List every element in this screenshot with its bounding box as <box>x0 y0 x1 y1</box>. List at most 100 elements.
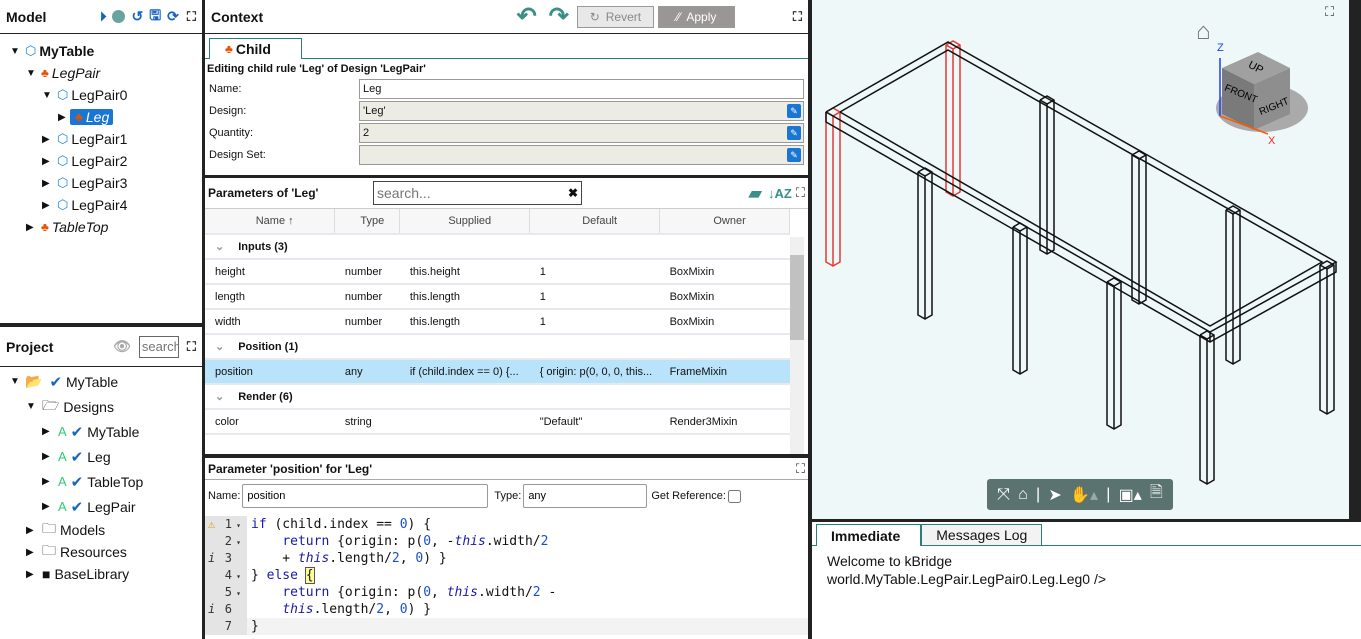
code-line[interactable]: i3 + this.length/2, 0) } <box>205 550 808 567</box>
maximize-icon[interactable]: ⛶ <box>796 185 805 201</box>
caret-right-icon[interactable]: ▶ <box>26 525 38 536</box>
caret-right-icon[interactable]: ▶ <box>42 451 54 462</box>
caret-right-icon[interactable]: ▶ <box>26 222 38 233</box>
refresh-icon[interactable]: ⟳ <box>167 8 179 25</box>
table-row[interactable]: length number this.length 1 BoxMixin <box>205 284 790 310</box>
column-header[interactable]: Type <box>334 209 401 235</box>
tree-node[interactable]: ⬡ LegPair0 <box>54 87 127 103</box>
select-pointer-icon[interactable]: ➤ <box>1048 485 1061 505</box>
project-tree-item[interactable]: ▼ 🗁 Designs <box>0 394 202 419</box>
revert-button[interactable]: ↻ Revert <box>576 5 654 28</box>
sort-az-icon[interactable]: ↓AZ <box>768 186 792 201</box>
field-input[interactable]: ✎ <box>359 145 804 165</box>
tab-child[interactable]: ♣ Child <box>209 38 302 59</box>
maximize-icon[interactable]: ⛶ <box>796 461 805 477</box>
caret-right-icon[interactable]: ▶ <box>42 476 54 487</box>
pdf-export-icon[interactable]: 🗎 <box>1150 481 1163 508</box>
tree-node[interactable]: ⬡ LegPair2 <box>54 153 127 169</box>
group-row[interactable]: ⌄ Render (6) <box>205 384 790 410</box>
table-row[interactable]: color string "Default" Render3Mixin <box>205 409 790 435</box>
edit-pencil-icon[interactable]: ✎ <box>787 126 801 140</box>
edit-pencil-icon[interactable]: ✎ <box>787 148 801 162</box>
caret-right-icon[interactable]: ▶ <box>42 156 54 167</box>
tree-node[interactable]: ⬡ LegPair1 <box>54 131 127 147</box>
tree-node[interactable]: ⬡ LegPair4 <box>54 197 127 213</box>
caret-right-icon[interactable]: ▶ <box>26 569 38 580</box>
code-line[interactable]: ⚠ 1 ▾ if (child.index == 0) { <box>205 516 808 533</box>
model-tree-item[interactable]: ▶ ⬡ LegPair3 <box>0 172 202 194</box>
table-row[interactable]: width number this.length 1 BoxMixin <box>205 309 790 335</box>
model-tree-item[interactable]: ▶ ⬡ LegPair2 <box>0 150 202 172</box>
code-line[interactable]: 7} <box>205 618 808 635</box>
undo-icon[interactable]: ↶ <box>517 2 537 31</box>
chevron-down-icon[interactable]: ⌄ <box>215 341 224 353</box>
column-header[interactable]: Owner <box>659 209 790 235</box>
edit-pencil-icon[interactable]: ✎ <box>787 104 801 118</box>
code-editor[interactable]: ⚠ 1 ▾ if (child.index == 0) {2 ▾ return {ori… <box>205 516 808 635</box>
caret-down-icon[interactable]: ▼ <box>26 401 38 412</box>
field-input[interactable]: Leg <box>359 79 804 99</box>
column-header[interactable]: Supplied <box>399 209 531 235</box>
save-icon[interactable]: 🖫 <box>149 5 161 29</box>
caret-right-icon[interactable]: ▶ <box>42 178 54 189</box>
model-tree-item[interactable]: ▶ ♣ TableTop <box>0 216 202 238</box>
model-tree-item[interactable]: ▶ ⬡ LegPair1 <box>0 128 202 150</box>
console-output[interactable]: Welcome to kBridge world.MyTable.LegPair.… <box>812 546 1361 594</box>
home-view-icon[interactable]: ⌂ <box>1196 18 1211 46</box>
code-line[interactable]: i6 this.length/2, 0) } <box>205 601 808 618</box>
tree-node[interactable]: ⬡ MyTable <box>22 43 94 59</box>
scrollbar[interactable] <box>790 237 804 454</box>
view-mode-cube-icon[interactable]: ▣▴ <box>1119 485 1142 505</box>
play-icon[interactable]: ⏵ <box>100 9 107 25</box>
project-tree-item[interactable]: ▶ A ✔ TableTop <box>0 469 202 494</box>
maximize-icon[interactable]: ⛶ <box>793 9 802 25</box>
chevron-down-icon[interactable]: ⌄ <box>215 241 224 253</box>
eraser-icon[interactable]: ▰ <box>748 183 762 204</box>
caret-right-icon[interactable]: ▶ <box>58 112 70 123</box>
table-row[interactable]: height number this.height 1 BoxMixin <box>205 259 790 285</box>
project-tree-item[interactable]: ▼ 📂 ✔ MyTable <box>0 369 202 394</box>
get-reference-checkbox[interactable] <box>727 489 741 503</box>
column-header[interactable]: Default <box>529 209 661 235</box>
project-tree-item[interactable]: ▶ 🗀 Models <box>0 519 202 541</box>
console-tab[interactable]: Immediate <box>816 524 922 546</box>
caret-right-icon[interactable]: ▶ <box>42 501 54 512</box>
3d-viewer[interactable]: ⌂ ⛶ UP FRONT RIGHT Z X ⤧ ⌂ | ➤ ✋▴ | ▣▴ 🗎 <box>812 0 1349 519</box>
fold-arrow-icon[interactable]: ▾ <box>232 534 241 551</box>
parameters-search-input[interactable] <box>377 185 568 201</box>
group-row[interactable]: ⌄ Inputs (3) <box>205 234 790 260</box>
project-tree-item[interactable]: ▶ A ✔ Leg <box>0 444 202 469</box>
caret-right-icon[interactable]: ▶ <box>26 547 38 558</box>
project-tree-item[interactable]: ▶ A ✔ LegPair <box>0 494 202 519</box>
caret-right-icon[interactable]: ▶ <box>42 426 54 437</box>
caret-down-icon[interactable]: ▼ <box>26 68 38 79</box>
maximize-icon[interactable]: ⛶ <box>187 9 196 25</box>
chevron-down-icon[interactable]: ⌄ <box>215 391 224 403</box>
model-tree-item[interactable]: ▶ ♣ Leg <box>0 106 202 128</box>
code-line[interactable]: 2 ▾ return {origin: p(0, -this.width/2 <box>205 533 808 550</box>
table-row[interactable]: position any if (child.index == 0) {...{ o… <box>205 359 790 385</box>
field-input[interactable]: 'Leg' ✎ <box>359 101 804 121</box>
parameter-name-input[interactable] <box>242 484 489 508</box>
parameter-type-input[interactable] <box>523 484 648 508</box>
caret-down-icon[interactable]: ▼ <box>10 376 22 387</box>
tree-node[interactable]: ♣ Leg <box>70 109 114 125</box>
fold-arrow-icon[interactable]: ▾ <box>232 517 241 534</box>
console-tab[interactable]: Messages Log <box>921 524 1043 545</box>
home-icon[interactable]: ⌂ <box>1018 486 1028 504</box>
scrollbar-thumb[interactable] <box>790 255 804 340</box>
model-tree-item[interactable]: ▼ ♣ LegPair <box>0 62 202 84</box>
fit-view-icon[interactable]: ⤧ <box>997 486 1010 504</box>
model-tree-item[interactable]: ▼ ⬡ LegPair0 <box>0 84 202 106</box>
maximize-icon[interactable]: ⛶ <box>187 339 196 355</box>
undo-history-icon[interactable]: ↺ <box>131 8 143 25</box>
caret-right-icon[interactable]: ▶ <box>42 134 54 145</box>
group-row[interactable]: ⌄ Position (1) <box>205 334 790 360</box>
fold-arrow-icon[interactable]: ▾ <box>232 568 241 585</box>
pan-hand-icon[interactable]: ✋▴ <box>1070 485 1098 505</box>
view-cube[interactable]: UP FRONT RIGHT Z X <box>1210 38 1320 148</box>
tree-node[interactable]: ♣ LegPair <box>38 65 100 81</box>
tree-node[interactable]: ⬡ LegPair3 <box>54 175 127 191</box>
caret-down-icon[interactable]: ▼ <box>42 90 54 101</box>
caret-down-icon[interactable]: ▼ <box>10 46 22 57</box>
